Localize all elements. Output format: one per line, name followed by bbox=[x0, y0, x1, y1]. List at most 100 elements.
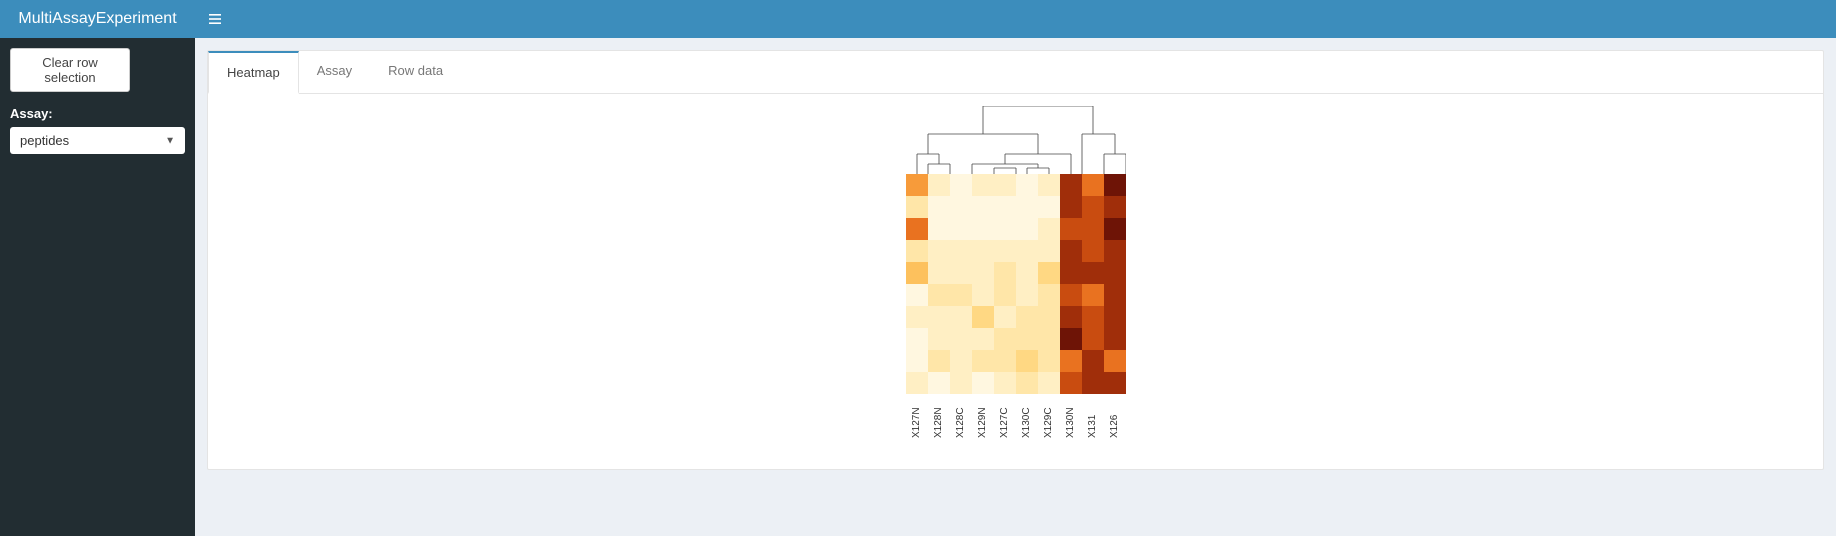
heatmap-column-label: X129N bbox=[977, 398, 988, 438]
heatmap-column-label: X131 bbox=[1087, 398, 1098, 438]
heatmap-cell bbox=[950, 284, 972, 306]
tab-bar: Heatmap Assay Row data bbox=[208, 51, 1823, 94]
heatmap-column-label: X130N bbox=[1065, 398, 1076, 438]
main-layout: Clear row selection Assay: peptides ▼ He… bbox=[0, 38, 1836, 536]
heatmap-cell bbox=[1060, 196, 1082, 218]
heatmap: X127NX128NX128CX129NX127CX130CX129CX130N… bbox=[906, 174, 1126, 438]
heatmap-cell bbox=[950, 372, 972, 394]
heatmap-cell bbox=[1104, 262, 1126, 284]
heatmap-cell bbox=[950, 240, 972, 262]
heatmap-cell bbox=[1060, 328, 1082, 350]
heatmap-cell bbox=[928, 350, 950, 372]
heatmap-cell bbox=[1082, 262, 1104, 284]
heatmap-cell bbox=[1038, 196, 1060, 218]
hamburger-icon bbox=[208, 12, 222, 26]
heatmap-column-label: X127N bbox=[911, 398, 922, 438]
heatmap-cell bbox=[1082, 218, 1104, 240]
heatmap-cell bbox=[928, 262, 950, 284]
panel: Heatmap Assay Row data bbox=[207, 50, 1824, 470]
heatmap-cell bbox=[1082, 284, 1104, 306]
heatmap-cell bbox=[994, 372, 1016, 394]
heatmap-cell bbox=[1082, 350, 1104, 372]
heatmap-cell bbox=[972, 372, 994, 394]
heatmap-cell bbox=[1104, 240, 1126, 262]
heatmap-cell bbox=[972, 196, 994, 218]
heatmap-cell bbox=[994, 350, 1016, 372]
heatmap-cell bbox=[972, 350, 994, 372]
heatmap-cell bbox=[950, 196, 972, 218]
heatmap-cell bbox=[1016, 262, 1038, 284]
sidebar: Clear row selection Assay: peptides ▼ bbox=[0, 38, 195, 536]
heatmap-cell bbox=[1016, 350, 1038, 372]
heatmap-column-label: X127C bbox=[999, 398, 1010, 438]
heatmap-cell bbox=[928, 328, 950, 350]
heatmap-cell bbox=[1016, 372, 1038, 394]
heatmap-cell bbox=[1016, 328, 1038, 350]
heatmap-cell bbox=[972, 218, 994, 240]
heatmap-grid bbox=[906, 174, 1126, 394]
heatmap-cell bbox=[1038, 218, 1060, 240]
heatmap-cell bbox=[906, 262, 928, 284]
heatmap-cell bbox=[1060, 372, 1082, 394]
heatmap-cell bbox=[906, 196, 928, 218]
heatmap-cell bbox=[1016, 218, 1038, 240]
heatmap-cell bbox=[1060, 218, 1082, 240]
heatmap-cell bbox=[972, 262, 994, 284]
assay-select[interactable]: peptides ▼ bbox=[10, 127, 185, 154]
heatmap-cell bbox=[1060, 284, 1082, 306]
heatmap-cell bbox=[1038, 306, 1060, 328]
heatmap-cell bbox=[928, 240, 950, 262]
heatmap-column-label: X129C bbox=[1043, 398, 1054, 438]
heatmap-cell bbox=[950, 218, 972, 240]
heatmap-column-label: X128C bbox=[955, 398, 966, 438]
heatmap-cell bbox=[1060, 262, 1082, 284]
heatmap-cell bbox=[1038, 240, 1060, 262]
heatmap-cell bbox=[994, 218, 1016, 240]
heatmap-cell bbox=[1060, 350, 1082, 372]
heatmap-cell bbox=[950, 328, 972, 350]
heatmap-cell bbox=[994, 328, 1016, 350]
heatmap-cell bbox=[1016, 306, 1038, 328]
heatmap-cell bbox=[994, 174, 1016, 196]
heatmap-cell bbox=[1104, 174, 1126, 196]
heatmap-cell bbox=[1104, 306, 1126, 328]
heatmap-column-label: X126 bbox=[1109, 398, 1120, 438]
heatmap-cell bbox=[906, 328, 928, 350]
heatmap-cell bbox=[972, 174, 994, 196]
heatmap-cell bbox=[994, 240, 1016, 262]
heatmap-column-labels: X127NX128NX128CX129NX127CX130CX129CX130N… bbox=[906, 398, 1126, 438]
sidebar-toggle-button[interactable] bbox=[195, 0, 235, 38]
heatmap-column-label: X130C bbox=[1021, 398, 1032, 438]
top-bar: MultiAssayExperiment bbox=[0, 0, 1836, 38]
column-dendrogram bbox=[906, 106, 1126, 174]
heatmap-cell bbox=[1060, 240, 1082, 262]
heatmap-cell bbox=[906, 284, 928, 306]
heatmap-cell bbox=[1060, 306, 1082, 328]
heatmap-cell bbox=[928, 372, 950, 394]
heatmap-cell bbox=[928, 196, 950, 218]
heatmap-cell bbox=[1104, 372, 1126, 394]
heatmap-cell bbox=[906, 372, 928, 394]
heatmap-cell bbox=[972, 328, 994, 350]
heatmap-cell bbox=[1016, 174, 1038, 196]
heatmap-cell bbox=[950, 174, 972, 196]
tab-heatmap[interactable]: Heatmap bbox=[208, 51, 299, 94]
heatmap-cell bbox=[1104, 328, 1126, 350]
clear-row-selection-button[interactable]: Clear row selection bbox=[10, 48, 130, 92]
heatmap-cell bbox=[1038, 174, 1060, 196]
heatmap-cell bbox=[972, 240, 994, 262]
tab-row-data[interactable]: Row data bbox=[370, 51, 461, 93]
tab-assay[interactable]: Assay bbox=[299, 51, 370, 93]
assay-selected-value: peptides bbox=[20, 133, 69, 148]
heatmap-cell bbox=[1082, 196, 1104, 218]
heatmap-cell bbox=[1082, 372, 1104, 394]
heatmap-cell bbox=[1038, 262, 1060, 284]
heatmap-cell bbox=[906, 306, 928, 328]
heatmap-cell bbox=[928, 306, 950, 328]
heatmap-cell bbox=[1082, 306, 1104, 328]
heatmap-cell bbox=[950, 350, 972, 372]
heatmap-plot: X127NX128NX128CX129NX127CX130CX129CX130N… bbox=[208, 94, 1823, 464]
heatmap-cell bbox=[972, 306, 994, 328]
heatmap-cell bbox=[928, 284, 950, 306]
heatmap-cell bbox=[1016, 284, 1038, 306]
